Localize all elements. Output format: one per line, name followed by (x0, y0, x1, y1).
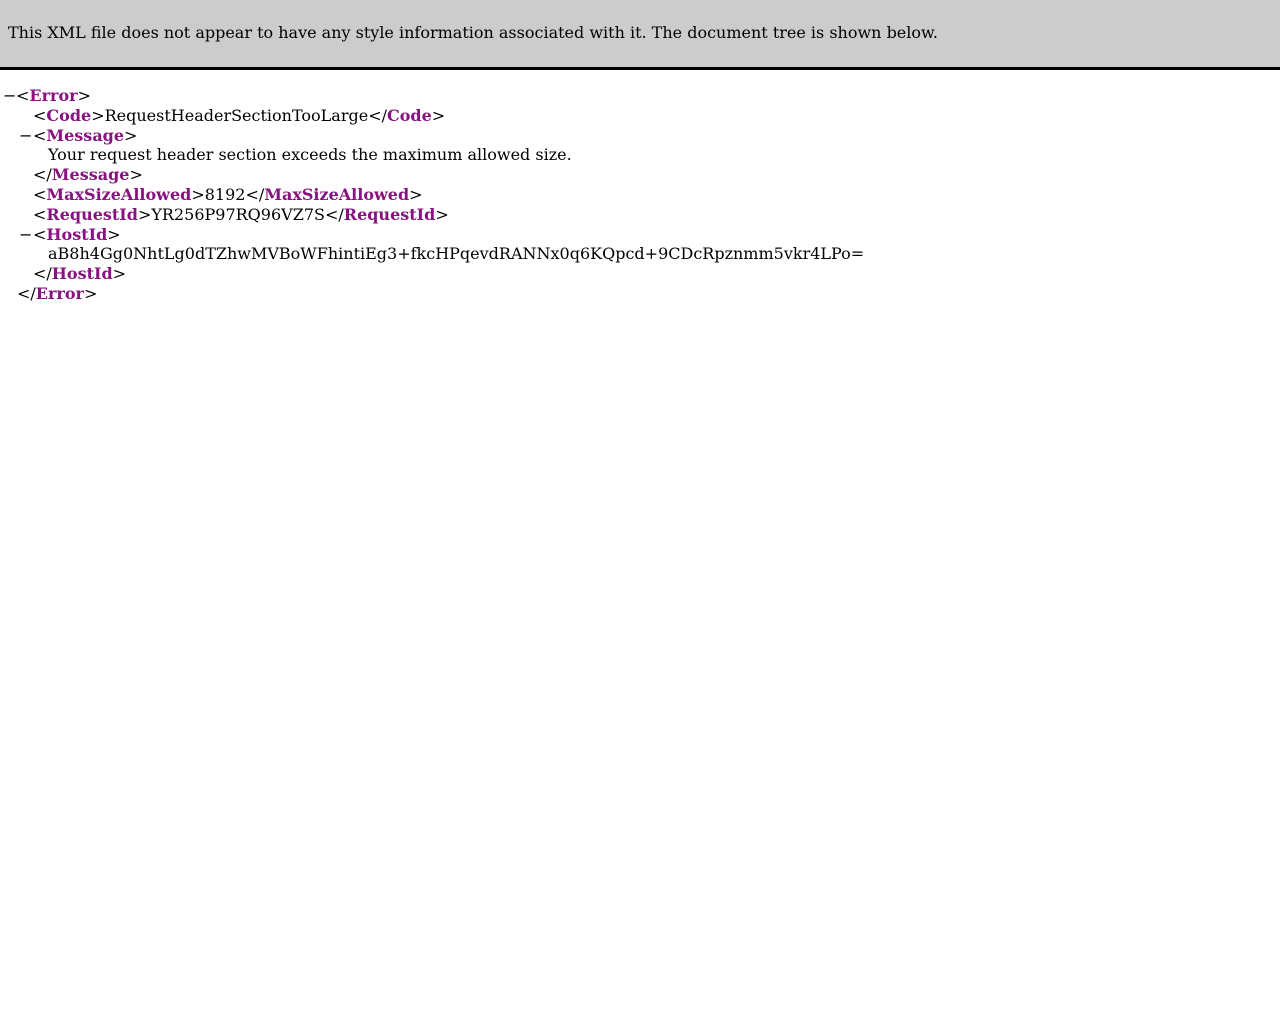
bracket: > (107, 224, 121, 244)
code-value: RequestHeaderSectionTooLarge (104, 105, 369, 125)
xml-info-banner: This XML file does not appear to have an… (0, 0, 1280, 70)
maxsize-value: 8192 (204, 184, 246, 204)
collapse-toggle-error[interactable]: − (3, 86, 16, 106)
bracket: < (16, 86, 30, 105)
bracket: < (33, 125, 47, 145)
bracket: > (137, 204, 152, 224)
bracket: </ (17, 283, 36, 303)
bracket: > (112, 264, 127, 284)
bracket: </ (245, 184, 265, 204)
bracket: > (191, 184, 205, 204)
code-line: <Code>RequestHeaderSectionTooLarge</Code… (0, 106, 1280, 126)
tag-name-error-close: Error (35, 283, 84, 303)
bracket: > (83, 283, 98, 303)
bracket: > (77, 86, 91, 105)
tag-name-maxsize: MaxSizeAllowed (46, 184, 192, 204)
bracket: < (33, 105, 47, 125)
banner-message: This XML file does not appear to have an… (8, 23, 938, 42)
message-value: Your request header section exceeds the … (48, 145, 572, 165)
bracket: > (431, 105, 446, 125)
tag-name-hostid: HostId (46, 224, 108, 244)
tag-name-error: Error (29, 86, 78, 105)
bracket: </ (33, 165, 52, 185)
bracket: > (409, 184, 423, 204)
collapse-toggle-message[interactable]: − (19, 126, 32, 146)
tag-name-code-close: Code (386, 105, 432, 125)
tag-name-message: Message (46, 125, 125, 145)
bracket: > (435, 204, 449, 224)
message-open-line: − <Message> (0, 126, 1280, 146)
bracket: </ (33, 264, 52, 284)
tag-name-message-close: Message (51, 165, 130, 185)
bracket: < (33, 224, 47, 244)
collapse-toggle-hostid[interactable]: − (19, 225, 32, 245)
bracket: > (129, 165, 143, 185)
tag-name-requestid: RequestId (46, 204, 138, 224)
bracket: > (124, 125, 138, 145)
bracket: < (33, 204, 47, 224)
message-text-line: Your request header section exceeds the … (0, 145, 1280, 165)
bracket: < (33, 184, 47, 204)
tag-name-maxsize-close: MaxSizeAllowed (264, 184, 410, 204)
error-open-line: − <Error> (0, 86, 1280, 106)
hostid-text-line: aB8h4Gg0NhtLg0dTZhwMVBoWFhintiEg3+fkcHPq… (0, 244, 1280, 264)
bracket: </ (368, 105, 387, 125)
requestid-line: <RequestId>YR256P97RQ96VZ7S</RequestId> (0, 205, 1280, 225)
hostid-value: aB8h4Gg0NhtLg0dTZhwMVBoWFhintiEg3+fkcHPq… (48, 244, 865, 264)
tag-name-code: Code (46, 105, 92, 125)
hostid-close-line: </HostId> (0, 264, 1280, 284)
error-close-line: </Error> (0, 284, 1280, 304)
requestid-value: YR256P97RQ96VZ7S (151, 204, 325, 224)
bracket: </ (324, 204, 344, 224)
hostid-open-line: − <HostId> (0, 225, 1280, 245)
tag-name-requestid-close: RequestId (343, 204, 436, 224)
bracket: > (91, 105, 105, 125)
maxsize-line: <MaxSizeAllowed>8192</MaxSizeAllowed> (0, 185, 1280, 205)
message-close-line: </Message> (0, 165, 1280, 185)
tag-name-hostid-close: HostId (51, 264, 113, 284)
xml-document-tree: − <Error> <Code>RequestHeaderSectionTooL… (0, 86, 1280, 304)
